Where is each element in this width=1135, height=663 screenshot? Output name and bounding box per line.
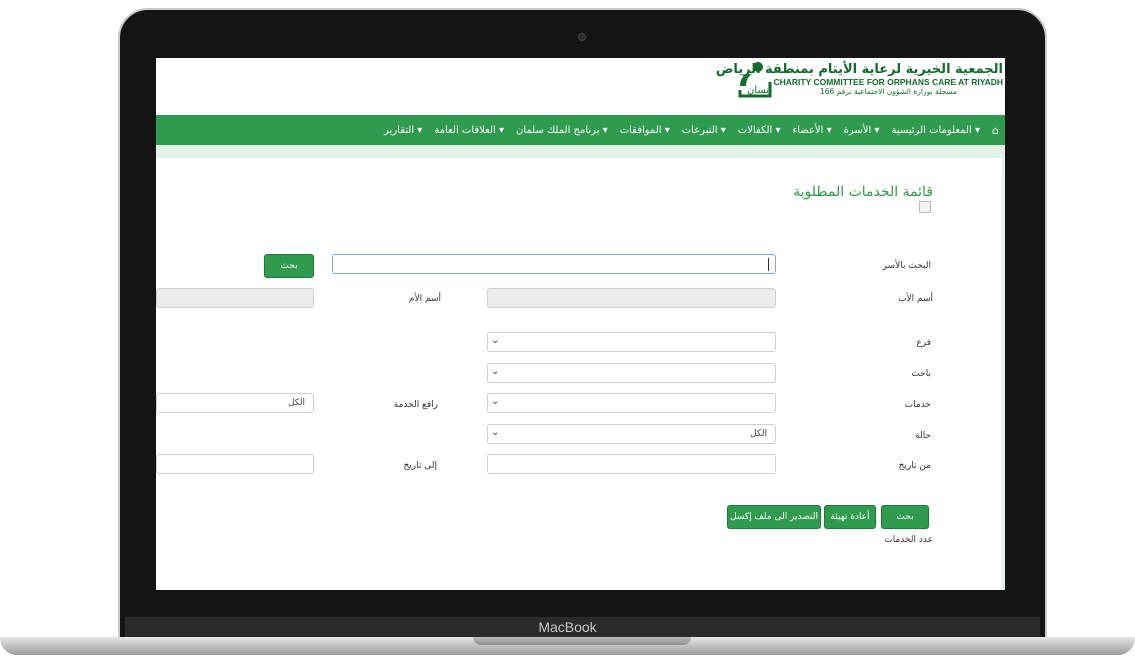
logo-text: إنسان — [747, 85, 772, 96]
search-family-label: البحث بالأسر — [882, 261, 931, 271]
home-icon[interactable]: ⌂ — [992, 124, 999, 137]
reset-button[interactable]: أعادة تهيئة — [824, 505, 876, 529]
chevron-down-icon: ⌄ — [491, 366, 500, 377]
browser-screen: إنسان الجمعية الخيرية لرعاية الأيتام بمن… — [156, 58, 1005, 590]
service-submitter-label: رافع الخدمة — [393, 400, 438, 410]
branch-label: فرع — [916, 338, 931, 348]
nav-item-approvals[interactable]: الموافقات ▾ — [620, 125, 670, 136]
services-select[interactable]: ⌄ — [487, 393, 776, 413]
nav-item-sponsorships[interactable]: الكفالات ▾ — [738, 125, 781, 136]
org-name-english: CHARITY COMMITTEE FOR ORPHANS CARE AT RI… — [773, 77, 1003, 87]
chevron-down-icon: ⌄ — [491, 335, 500, 346]
nav-item-reports[interactable]: التقارير ▾ — [384, 125, 422, 136]
laptop-notch — [473, 637, 691, 645]
nav-item-king-salman[interactable]: برنامج الملك سلمان ▾ — [516, 125, 608, 136]
nav-item-members[interactable]: الأعضاء ▾ — [793, 125, 832, 136]
page-title: قائمة الخدمات المطلوبة — [793, 184, 933, 200]
chevron-down-icon: ⌄ — [491, 396, 500, 407]
nav-subbar — [156, 145, 1005, 158]
org-name-arabic: الجمعية الخيرية لرعاية الأيتام بمنطقة ال… — [715, 62, 1003, 77]
father-name-label: أسم الأب — [898, 294, 933, 304]
broken-image-icon — [919, 201, 931, 213]
nav-item-donations[interactable]: التبرعات ▾ — [682, 125, 726, 136]
search-family-button[interactable]: بحث — [264, 254, 314, 278]
services-count-label: عدد الخدمات — [884, 535, 933, 545]
nav-item-family[interactable]: الأسرة ▾ — [844, 125, 880, 136]
text-caret — [768, 258, 769, 271]
nav-item-public-relations[interactable]: العلاقات العامة ▾ — [434, 125, 504, 136]
services-label: خدمات — [904, 400, 931, 410]
search-family-input[interactable] — [332, 254, 776, 274]
to-date-label: إلى تاريخ — [403, 461, 437, 471]
service-submitter-select[interactable]: الكل — [156, 393, 314, 413]
export-excel-button[interactable]: التصدير الى ملف إكسل — [727, 505, 821, 529]
chevron-down-icon: ⌄ — [491, 427, 500, 438]
camera-icon — [578, 33, 586, 41]
mother-name-label: أسم الأم — [408, 294, 441, 304]
from-date-label: من تاريخ — [898, 461, 931, 471]
from-date-input[interactable] — [487, 454, 776, 474]
researcher-select[interactable]: ⌄ — [487, 363, 776, 383]
search-button[interactable]: بحث — [881, 505, 929, 529]
right-rail — [1002, 158, 1005, 590]
branch-select[interactable]: ⌄ — [487, 332, 776, 352]
status-select[interactable]: الكل ⌄ — [487, 424, 776, 444]
to-date-input[interactable] — [156, 454, 314, 474]
mother-name-field[interactable] — [156, 288, 314, 308]
status-label: حالة — [915, 431, 931, 441]
main-nav: ⌂ المعلومات الرئيسية ▾ الأسرة ▾ الأعضاء … — [156, 115, 1005, 145]
registration-note: مسجلة بوزارة الشؤون الاجتماعية برقم 166 — [819, 87, 957, 96]
device-brand-label: MacBook — [538, 619, 597, 635]
site-header: إنسان الجمعية الخيرية لرعاية الأيتام بمن… — [156, 58, 1005, 113]
nav-item-main-info[interactable]: المعلومات الرئيسية ▾ — [891, 125, 980, 136]
father-name-field[interactable] — [487, 288, 776, 308]
researcher-label: باحث — [911, 369, 931, 379]
